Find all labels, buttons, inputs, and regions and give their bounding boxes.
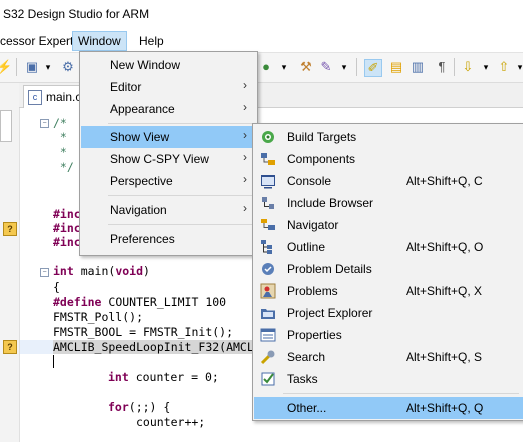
code-line: for(;;) { bbox=[108, 400, 171, 414]
menu-item-navigation[interactable]: Navigation › bbox=[81, 199, 256, 221]
new-file-icon[interactable]: ▣ bbox=[24, 59, 40, 75]
dropdown-icon[interactable]: ▾ bbox=[336, 59, 352, 75]
chevron-right-icon: › bbox=[243, 78, 247, 92]
tab-label: main.c bbox=[46, 90, 82, 104]
c-file-icon: c bbox=[28, 90, 42, 105]
console-icon bbox=[261, 175, 275, 189]
toolbar-separator bbox=[16, 58, 17, 76]
text-cursor bbox=[53, 355, 54, 368]
show-view-submenu: Build Targets Components Console Alt+Shi… bbox=[252, 123, 523, 421]
menu-item-perspective[interactable]: Perspective › bbox=[81, 170, 256, 192]
warning-marker-icon[interactable]: ? bbox=[3, 340, 17, 354]
menu-item-new-window[interactable]: New Window bbox=[81, 54, 256, 76]
fold-toggle-icon[interactable]: − bbox=[40, 268, 49, 277]
dropdown-icon[interactable]: ▾ bbox=[276, 59, 292, 75]
menu-item-show-view[interactable]: Show View › bbox=[81, 126, 256, 148]
dropdown-icon[interactable]: ▾ bbox=[512, 59, 523, 75]
code-line: FMSTR_BOOL = FMSTR_Init(); bbox=[53, 325, 234, 339]
tasks-icon bbox=[261, 372, 275, 386]
window-menu: New Window Editor › Appearance › Show Vi… bbox=[79, 51, 258, 256]
code-line: /* bbox=[53, 116, 67, 130]
chevron-right-icon: › bbox=[243, 150, 247, 164]
chevron-right-icon: › bbox=[243, 100, 247, 114]
menu-separator bbox=[108, 195, 252, 196]
code-line: counter++; bbox=[136, 415, 206, 429]
components-icon bbox=[261, 153, 275, 165]
build-targets-icon bbox=[262, 131, 274, 143]
menu-item-properties[interactable]: Properties bbox=[254, 324, 523, 346]
menu-item-console[interactable]: Console Alt+Shift+Q, C bbox=[254, 170, 523, 192]
problem-details-icon bbox=[262, 263, 274, 275]
next-annotation-icon[interactable]: ⇩ bbox=[460, 59, 476, 75]
menu-item-preferences[interactable]: Preferences bbox=[81, 228, 256, 250]
chevron-right-icon: › bbox=[243, 172, 247, 186]
properties-icon bbox=[260, 328, 276, 342]
toolbar-separator bbox=[454, 58, 455, 76]
lightning-icon[interactable]: ⚡ bbox=[0, 59, 12, 75]
menu-item-project-explorer[interactable]: Project Explorer bbox=[254, 302, 523, 324]
menu-window[interactable]: Window bbox=[72, 31, 127, 51]
menu-item-include-browser[interactable]: Include Browser bbox=[254, 192, 523, 214]
dropdown-icon[interactable]: ▾ bbox=[478, 59, 494, 75]
menu-item-outline[interactable]: Outline Alt+Shift+Q, O bbox=[254, 236, 523, 258]
menu-item-search[interactable]: Search Alt+Shift+Q, S bbox=[254, 346, 523, 368]
menu-help[interactable]: Help bbox=[137, 33, 166, 49]
mark-occurrences-icon[interactable]: ▤ bbox=[388, 59, 404, 75]
dropdown-icon[interactable]: ▾ bbox=[40, 59, 56, 75]
debug-icon[interactable]: ● bbox=[258, 59, 274, 75]
fold-toggle-icon[interactable]: − bbox=[40, 119, 49, 128]
code-line: * bbox=[53, 145, 67, 159]
menu-separator bbox=[108, 224, 252, 225]
menu-bar: cessor Expert Window Help bbox=[0, 30, 523, 53]
code-line: { bbox=[53, 280, 60, 294]
code-line: */ bbox=[53, 160, 74, 174]
search-icon bbox=[260, 350, 275, 365]
menu-item-navigator[interactable]: Navigator bbox=[254, 214, 523, 236]
navigator-icon bbox=[261, 219, 275, 230]
code-line: * bbox=[53, 130, 67, 144]
menu-item-problem-details[interactable]: Problem Details bbox=[254, 258, 523, 280]
menu-processor-expert[interactable]: cessor Expert bbox=[0, 33, 75, 49]
menu-item-other[interactable]: Other... Alt+Shift+Q, Q bbox=[254, 397, 523, 419]
toolbar-separator bbox=[356, 58, 357, 76]
show-whitespace-icon[interactable]: ¶ bbox=[434, 59, 450, 75]
code-line: int main(void) bbox=[53, 264, 150, 278]
menu-item-build-targets[interactable]: Build Targets bbox=[254, 126, 523, 148]
block-select-icon[interactable]: ▥ bbox=[410, 59, 426, 75]
menu-item-appearance[interactable]: Appearance › bbox=[81, 98, 256, 120]
chevron-right-icon: › bbox=[243, 128, 247, 142]
tool-icon[interactable]: ⚒ bbox=[298, 59, 314, 75]
code-line: AMCLIB_SpeedLoopInit_F32(AMCL bbox=[53, 340, 254, 354]
menu-separator bbox=[283, 393, 519, 394]
chevron-right-icon: › bbox=[243, 201, 247, 215]
wand-icon[interactable]: ✎ bbox=[318, 59, 334, 75]
menu-item-problems[interactable]: Problems Alt+Shift+Q, X bbox=[254, 280, 523, 302]
menu-item-editor[interactable]: Editor › bbox=[81, 76, 256, 98]
menu-item-tasks[interactable]: Tasks bbox=[254, 368, 523, 390]
code-line: #inc bbox=[53, 221, 81, 235]
menu-item-components[interactable]: Components bbox=[254, 148, 523, 170]
include-browser-icon bbox=[262, 197, 274, 209]
project-explorer-icon bbox=[261, 309, 275, 319]
title-bar: S32 Design Studio for ARM bbox=[0, 0, 523, 30]
menu-separator bbox=[108, 123, 252, 124]
run-config-icon[interactable]: ⚙ bbox=[60, 59, 76, 75]
code-line: #inc bbox=[53, 235, 81, 249]
outline-icon bbox=[261, 240, 272, 254]
code-line: int counter = 0; bbox=[108, 370, 219, 384]
code-line: FMSTR_Poll(); bbox=[53, 310, 144, 324]
left-panel-edge bbox=[0, 110, 12, 142]
window-title: S32 Design Studio for ARM bbox=[3, 7, 150, 21]
code-line: #define COUNTER_LIMIT 100 bbox=[53, 295, 227, 309]
warning-marker-icon[interactable]: ? bbox=[3, 222, 17, 236]
code-line: #inc bbox=[53, 207, 81, 221]
problems-icon bbox=[260, 283, 276, 299]
menu-item-show-c-spy-view[interactable]: Show C-SPY View › bbox=[81, 148, 256, 170]
highlight-icon[interactable]: ✐ bbox=[364, 59, 382, 77]
prev-annotation-icon[interactable]: ⇧ bbox=[496, 59, 512, 75]
